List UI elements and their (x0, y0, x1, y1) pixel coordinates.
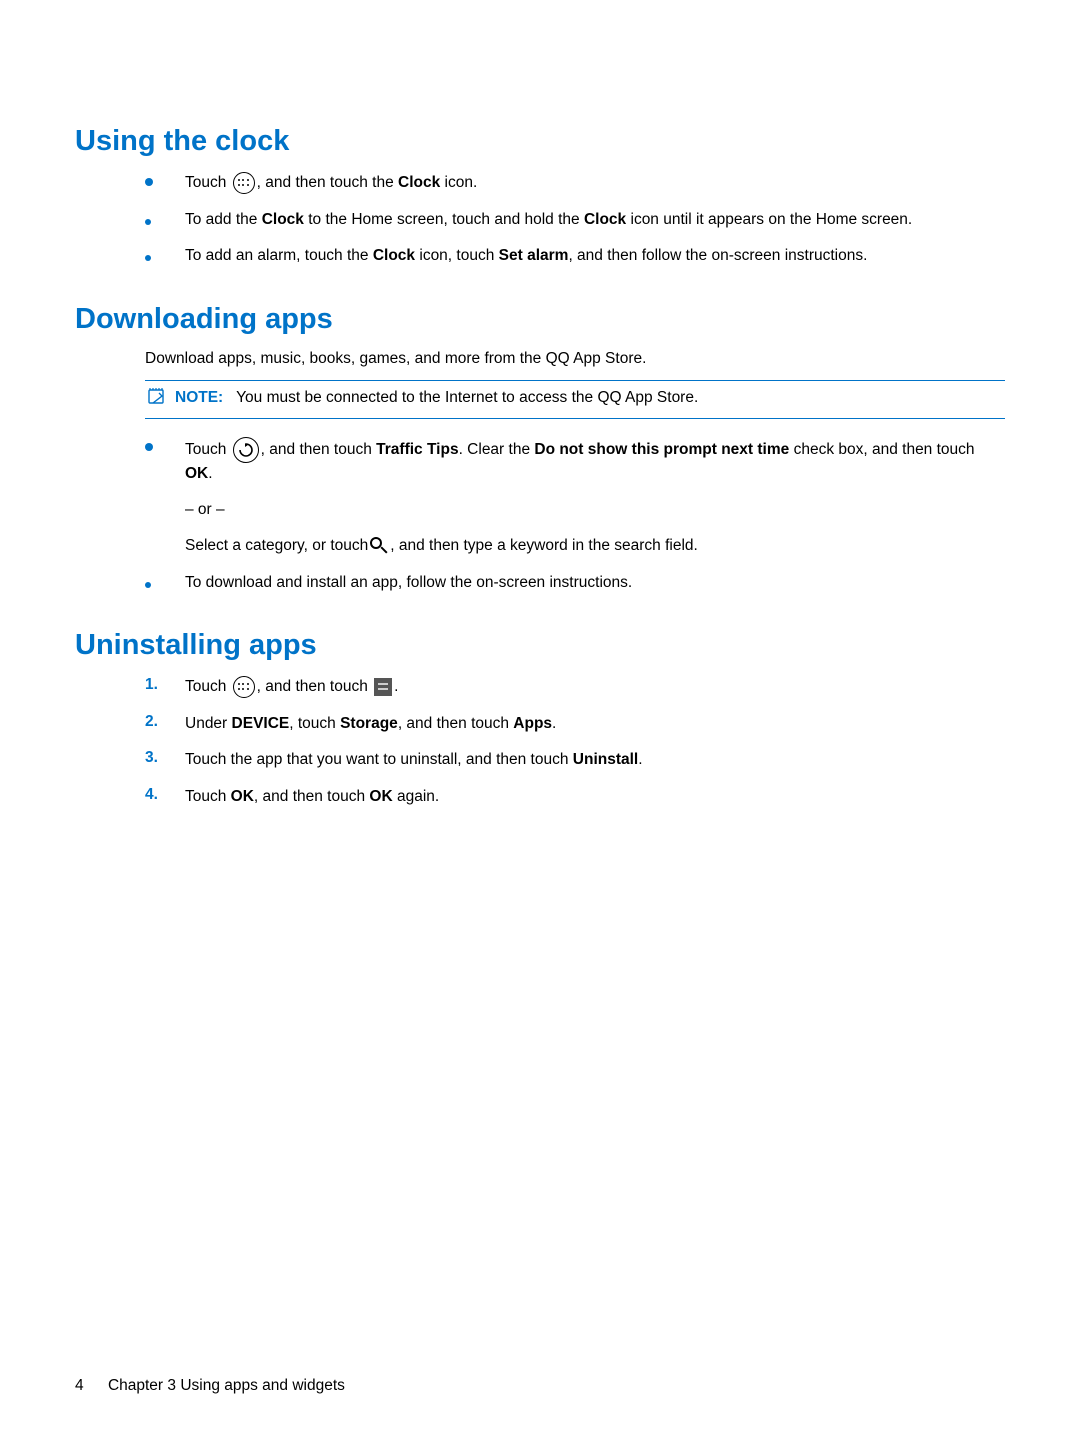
text: . (638, 751, 642, 768)
list-item-body: Touch OK, and then touch OK again. (185, 786, 1005, 808)
text: icon. (440, 174, 477, 191)
bold-text: DEVICE (232, 715, 290, 732)
page-footer: 4 Chapter 3 Using apps and widgets (75, 1375, 345, 1397)
step-number: 4. (145, 784, 185, 806)
download-list: Touch , and then touch Traffic Tips. Cle… (145, 437, 1005, 595)
text: , and then touch (398, 715, 513, 732)
text: Touch (185, 441, 231, 458)
note-icon (147, 387, 167, 405)
text: . (394, 679, 398, 696)
list-item-body: Under DEVICE, touch Storage, and then to… (185, 713, 1005, 735)
list-item: To add the Clock to the Home screen, tou… (145, 209, 1005, 231)
list-item-body: To download and install an app, follow t… (185, 572, 1005, 594)
note-text: You must be connected to the Internet to… (236, 389, 698, 406)
step-number: 3. (145, 747, 185, 769)
settings-icon (374, 678, 392, 696)
list-item: Touch , and then touch Traffic Tips. Cle… (145, 437, 1005, 558)
bold-text: OK (369, 788, 392, 805)
text: To add an alarm, touch the (185, 247, 373, 264)
list-item-body: Touch , and then touch Traffic Tips. Cle… (185, 437, 1005, 558)
text: Under (185, 715, 232, 732)
list-item: 1. Touch , and then touch . (145, 676, 1005, 699)
bold-text: Uninstall (573, 751, 638, 768)
heading-uninstalling-apps: Uninstalling apps (75, 624, 1005, 666)
bullet-small-icon (145, 572, 185, 588)
text: Touch (185, 679, 231, 696)
app-store-icon (233, 437, 259, 463)
text: , and then touch (257, 679, 372, 696)
uninstall-list: 1. Touch , and then touch . 2. Under DEV… (145, 676, 1005, 808)
list-item-body: To add the Clock to the Home screen, tou… (185, 209, 1005, 231)
text: , and then type a keyword in the search … (390, 537, 698, 554)
step-number: 2. (145, 711, 185, 733)
or-separator: – or – (185, 499, 1005, 521)
bold-text: Traffic Tips (376, 441, 458, 458)
text: check box, and then touch (789, 441, 974, 458)
step-number: 1. (145, 674, 185, 696)
text: . (552, 715, 556, 732)
text: again. (393, 788, 440, 805)
search-icon (370, 537, 388, 555)
text: icon, touch (415, 247, 499, 264)
bold-text: Set alarm (499, 247, 569, 264)
text: , and then follow the on-screen instruct… (568, 247, 867, 264)
text: Touch (185, 174, 231, 191)
heading-downloading-apps: Downloading apps (75, 298, 1005, 340)
list-item-body: Touch , and then touch . (185, 676, 1005, 699)
bold-text: Clock (398, 174, 440, 191)
all-apps-icon (233, 172, 255, 194)
page-number: 4 (75, 1377, 84, 1394)
clock-list: Touch , and then touch the Clock icon. T… (145, 172, 1005, 268)
text: Select a category, or touch (185, 537, 368, 554)
bold-text: Clock (262, 211, 304, 228)
text: . Clear the (459, 441, 535, 458)
list-item: To download and install an app, follow t… (145, 572, 1005, 594)
all-apps-icon (233, 676, 255, 698)
note-callout: NOTE: You must be connected to the Inter… (145, 380, 1005, 418)
list-item: To add an alarm, touch the Clock icon, t… (145, 245, 1005, 267)
text: , touch (289, 715, 340, 732)
chapter-label: Chapter 3 Using apps and widgets (108, 1377, 345, 1394)
bold-text: Apps (513, 715, 552, 732)
document-page: Using the clock Touch , and then touch t… (0, 0, 1080, 1437)
text: Touch (185, 788, 231, 805)
bold-text: Clock (584, 211, 626, 228)
text: To download and install an app, follow t… (185, 572, 1005, 594)
text: , and then touch the (257, 174, 398, 191)
text: icon until it appears on the Home screen… (626, 211, 912, 228)
paragraph: Download apps, music, books, games, and … (145, 348, 1005, 370)
list-item-body: Touch the app that you want to uninstall… (185, 749, 1005, 771)
text: , and then touch (254, 788, 369, 805)
text: , and then touch (261, 441, 376, 458)
list-item: 3. Touch the app that you want to uninst… (145, 749, 1005, 771)
list-item: Touch , and then touch the Clock icon. (145, 172, 1005, 195)
text: . (208, 465, 212, 482)
list-item-body: Touch , and then touch the Clock icon. (185, 172, 1005, 195)
bold-text: Storage (340, 715, 398, 732)
bullet-small-icon (145, 245, 185, 261)
heading-using-the-clock: Using the clock (75, 120, 1005, 162)
list-item-body: To add an alarm, touch the Clock icon, t… (185, 245, 1005, 267)
bold-text: OK (185, 465, 208, 482)
list-item: 4. Touch OK, and then touch OK again. (145, 786, 1005, 808)
note-content: NOTE: You must be connected to the Inter… (175, 387, 698, 409)
bullet-big-icon (145, 172, 185, 186)
text: to the Home screen, touch and hold the (304, 211, 584, 228)
bullet-big-icon (145, 437, 185, 451)
text: Touch the app that you want to uninstall… (185, 751, 573, 768)
note-label: NOTE: (175, 389, 223, 406)
bold-text: Do not show this prompt next time (534, 441, 789, 458)
list-item: 2. Under DEVICE, touch Storage, and then… (145, 713, 1005, 735)
bold-text: Clock (373, 247, 415, 264)
bullet-small-icon (145, 209, 185, 225)
bold-text: OK (231, 788, 254, 805)
text: To add the (185, 211, 262, 228)
